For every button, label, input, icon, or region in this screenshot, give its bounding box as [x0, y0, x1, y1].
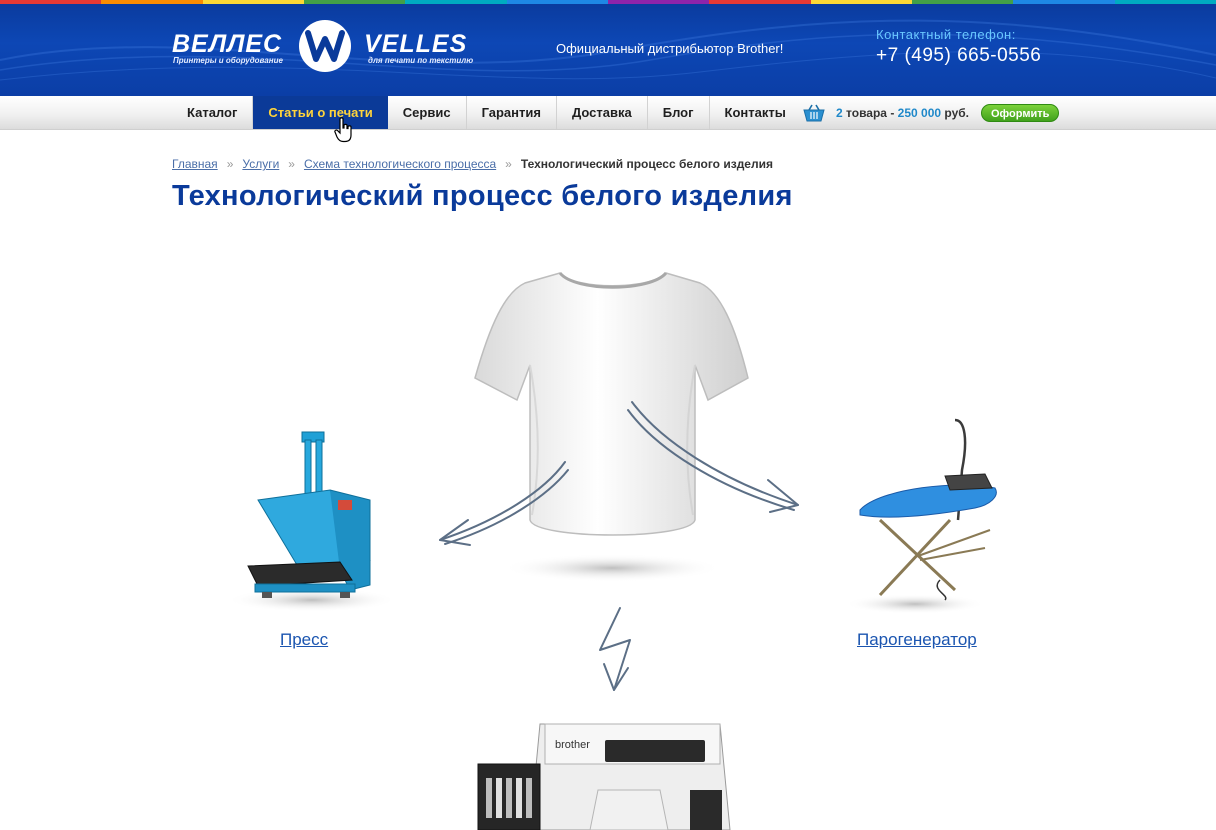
color-stripe — [0, 0, 1216, 4]
color-stripe-segment — [1013, 0, 1115, 4]
nav-item-catalog[interactable]: Каталог — [172, 96, 254, 129]
logo-ru-subtitle: Принтеры и оборудование — [173, 56, 283, 65]
color-stripe-segment — [1114, 0, 1216, 4]
t-shirt-icon — [474, 271, 749, 582]
cart-count: 2 — [836, 106, 843, 120]
steam-generator-link[interactable]: Парогенератор — [857, 630, 977, 650]
logo-mark-icon — [299, 20, 351, 72]
breadcrumb-services[interactable]: Услуги — [242, 157, 279, 171]
cart-total: 250 000 — [897, 106, 942, 120]
breadcrumb: Главная » Услуги » Схема технологического пр… — [172, 157, 773, 171]
breadcrumb-separator: » — [288, 157, 295, 171]
site-header: ВЕЛЛЕС Принтеры и оборудование VELLES дл… — [0, 0, 1216, 96]
phone-label: Контактный телефон: — [876, 27, 1016, 42]
hand-cursor-icon — [334, 117, 352, 143]
color-stripe-segment — [506, 0, 608, 4]
breadcrumb-home[interactable]: Главная — [172, 157, 218, 171]
breadcrumb-separator: » — [226, 157, 234, 171]
color-stripe-segment — [405, 0, 507, 4]
nav-item-service[interactable]: Сервис — [388, 96, 467, 129]
breadcrumb-process-scheme[interactable]: Схема технологического процесса — [304, 157, 496, 171]
nav-item-warranty[interactable]: Гарантия — [467, 96, 557, 129]
color-stripe-segment — [0, 0, 102, 4]
nav-item-delivery[interactable]: Доставка — [557, 96, 648, 129]
steam-generator-icon — [845, 418, 997, 614]
arrow-down-icon — [599, 607, 631, 691]
color-stripe-segment — [709, 0, 811, 4]
nav-menu: Каталог Статьи о печати Сервис Гарантия … — [172, 96, 801, 129]
page-title: Технологический процесс белого изделия — [172, 180, 793, 212]
nav-item-articles[interactable]: Статьи о печати — [253, 96, 388, 129]
breadcrumb-current: Технологический процесс белого изделия — [520, 157, 773, 171]
process-diagram: brother — [227, 271, 997, 830]
printer-brand: brother — [555, 739, 590, 751]
nav-item-contacts[interactable]: Контакты — [710, 96, 801, 129]
cart-dash: - — [890, 106, 895, 120]
press-link[interactable]: Пресс — [280, 630, 328, 650]
basket-icon — [803, 104, 825, 122]
printer-icon: brother — [477, 723, 731, 830]
header-tagline: Официальный дистрибьютор Brother! — [556, 41, 784, 56]
color-stripe-segment — [810, 0, 912, 4]
cart-currency: руб. — [944, 106, 969, 120]
color-stripe-segment — [101, 0, 203, 4]
breadcrumb-separator: » — [505, 157, 512, 171]
site-logo[interactable]: ВЕЛЛЕС Принтеры и оборудование VELLES дл… — [172, 20, 482, 76]
checkout-button[interactable]: Оформить — [981, 104, 1060, 122]
heat-press-icon — [227, 431, 397, 612]
phone-number[interactable]: +7 (495) 665-0556 — [876, 45, 1041, 67]
logo-ru-name: ВЕЛЛЕС — [172, 30, 283, 58]
color-stripe-segment — [911, 0, 1014, 4]
cart-count-label: товара — [846, 106, 887, 120]
color-stripe-segment — [303, 0, 406, 4]
logo-en-subtitle: для печати по текстилю — [368, 56, 474, 65]
logo-en-name: VELLES — [364, 30, 468, 58]
nav-item-blog[interactable]: Блог — [648, 96, 710, 129]
color-stripe-segment — [202, 0, 304, 4]
cart-text: 2 товара - 250 000 руб. — [836, 106, 969, 120]
color-stripe-segment — [607, 0, 710, 4]
cart-summary[interactable]: 2 товара - 250 000 руб. Оформить — [802, 103, 1060, 123]
